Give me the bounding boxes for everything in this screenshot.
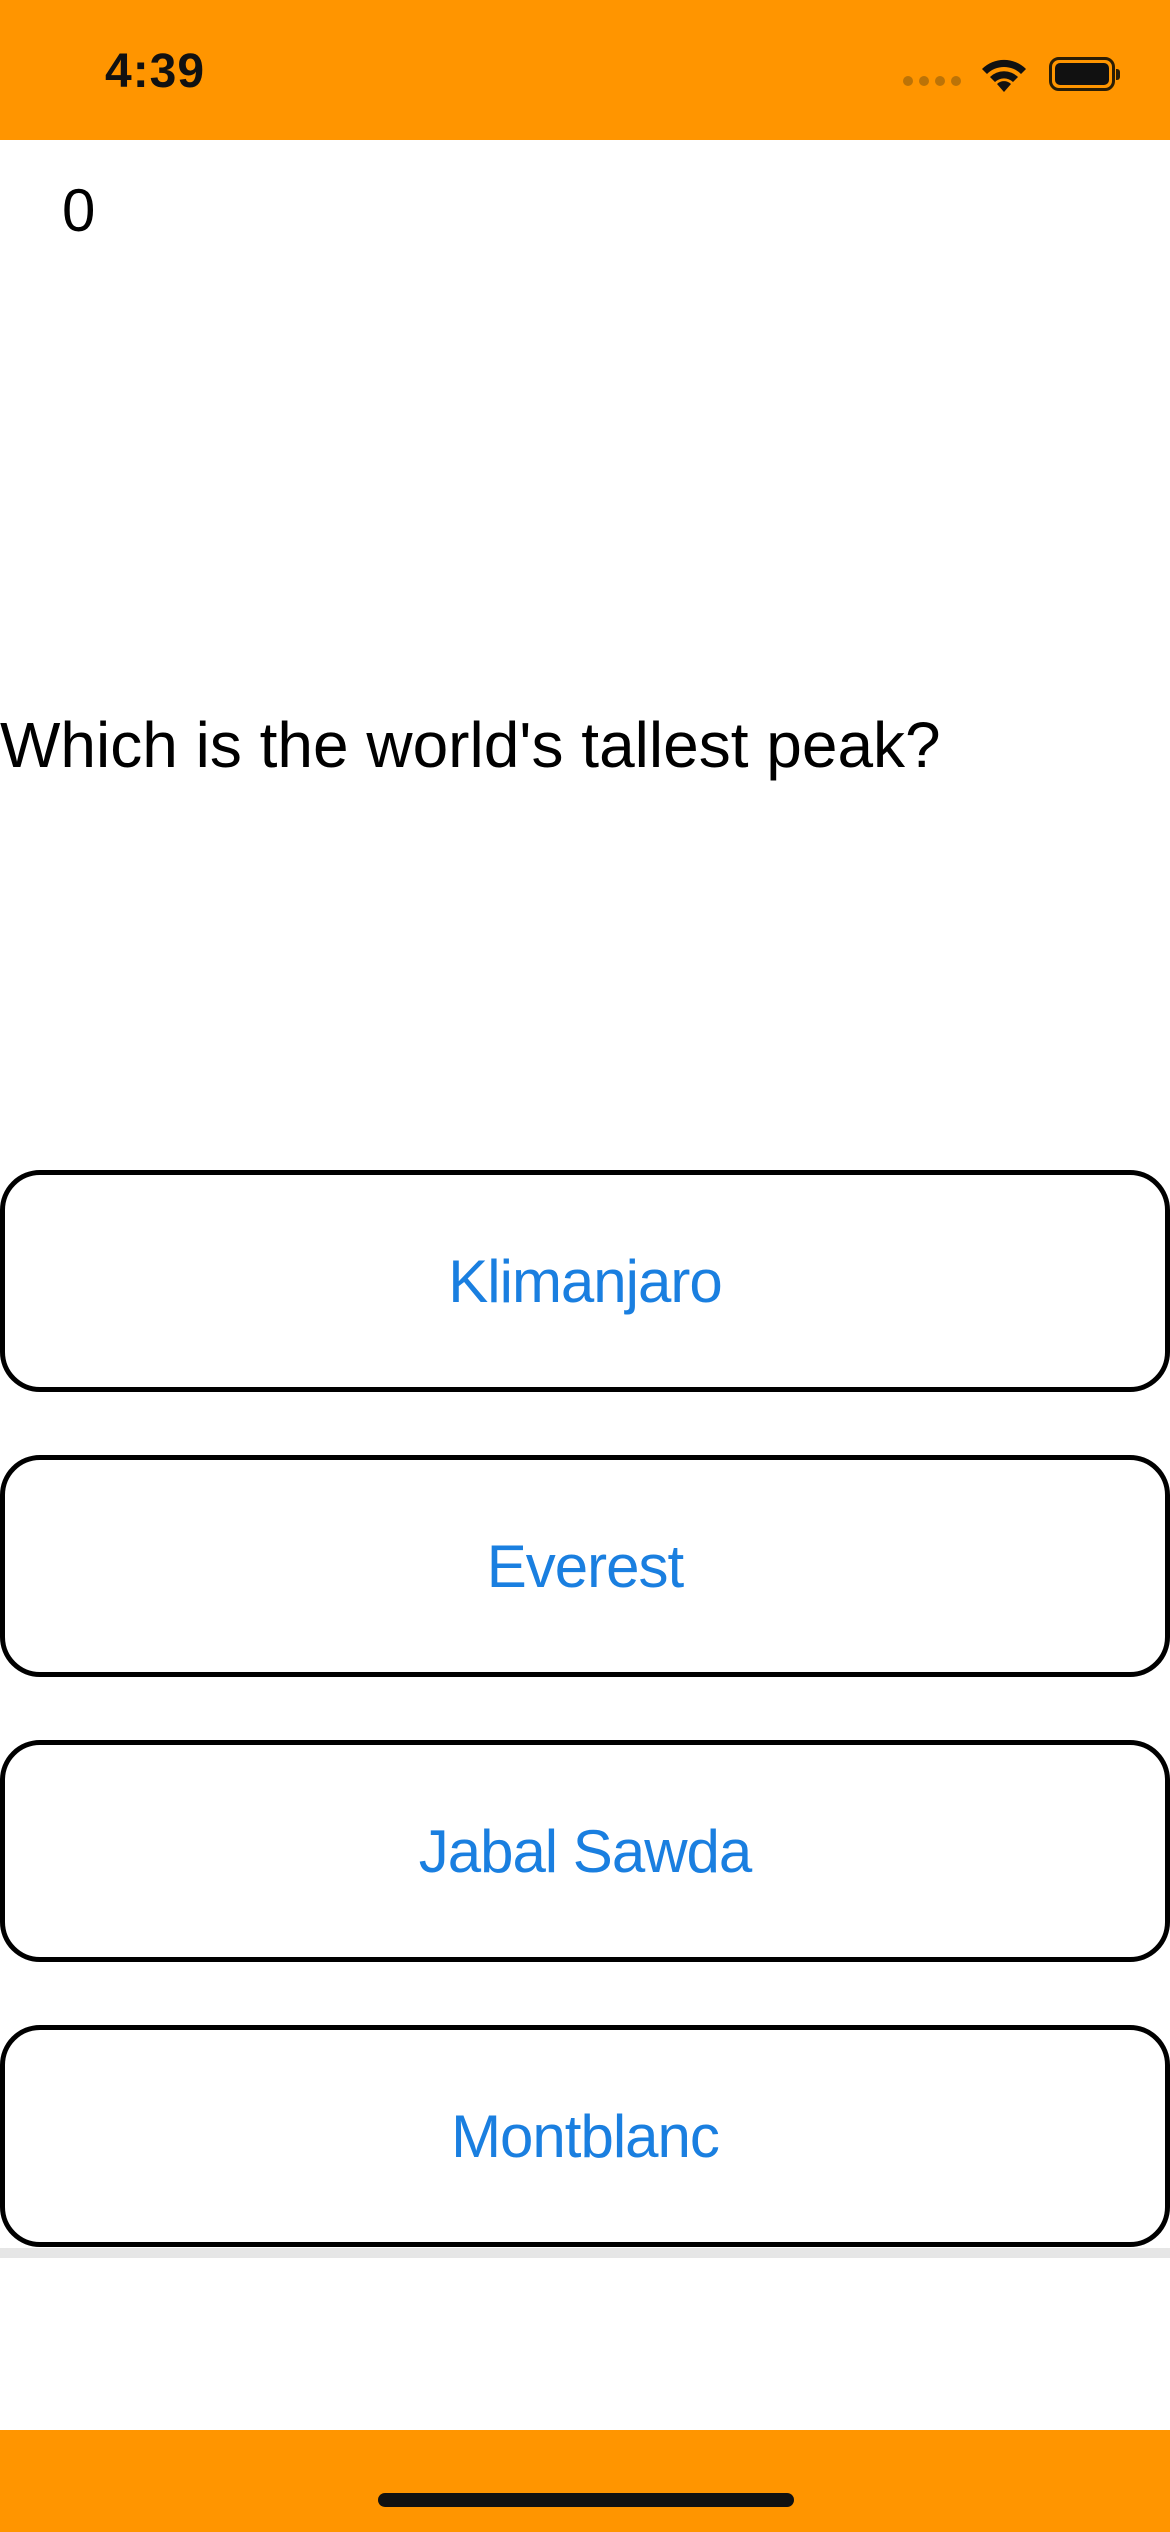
answer-button-klimanjaro[interactable]: Klimanjaro [0,1170,1170,1392]
status-time: 4:39 [105,45,206,98]
battery-icon [1049,57,1120,91]
bottom-bar [0,2430,1170,2532]
status-icons [903,52,1120,96]
score-label: 0 [62,177,96,244]
wifi-icon [979,54,1029,94]
divider [0,2248,1170,2258]
signal-dots-icon [903,76,961,86]
status-bar: 4:39 [0,0,1170,140]
answer-button-jabal-sawda[interactable]: Jabal Sawda [0,1740,1170,1962]
home-indicator[interactable] [378,2493,794,2507]
question-text: Which is the world's tallest peak? [0,709,941,781]
answer-button-everest[interactable]: Everest [0,1455,1170,1677]
answer-button-montblanc[interactable]: Montblanc [0,2025,1170,2247]
